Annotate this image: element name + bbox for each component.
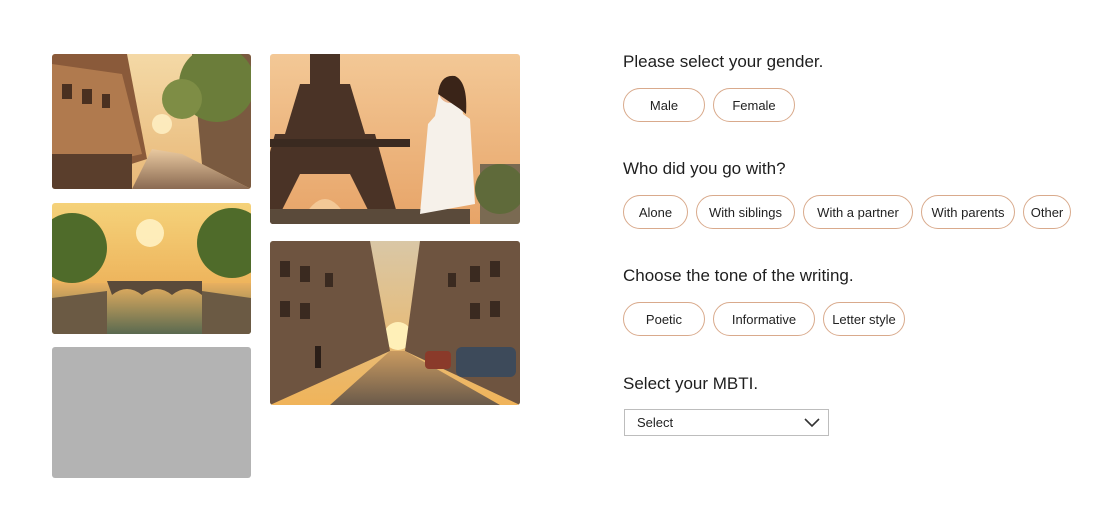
photo-placeholder — [52, 347, 251, 478]
mbti-select-value: Select — [637, 415, 674, 430]
photo-paris-avenue-sunset — [270, 241, 520, 405]
companion-question: Who did you go with? — [623, 159, 786, 178]
photo-paris-cafe-street — [52, 54, 251, 189]
photo-eiffel-tower-woman — [270, 54, 520, 224]
tone-option-poetic[interactable]: Poetic — [623, 302, 705, 336]
mbti-question: Select your MBTI. — [623, 374, 759, 393]
gender-option-female[interactable]: Female — [713, 88, 795, 122]
mbti-select[interactable]: Select — [624, 409, 829, 436]
gender-options: Male Female — [623, 88, 795, 122]
tone-option-informative[interactable]: Informative — [713, 302, 815, 336]
tone-options: Poetic Informative Letter style — [623, 302, 905, 336]
tone-question: Choose the tone of the writing. — [623, 266, 854, 285]
companion-option-alone[interactable]: Alone — [623, 195, 688, 229]
companion-option-other[interactable]: Other — [1023, 195, 1071, 229]
tone-option-letter[interactable]: Letter style — [823, 302, 905, 336]
gender-option-male[interactable]: Male — [623, 88, 705, 122]
companion-options: Alone With siblings With a partner With … — [623, 195, 1071, 229]
photo-seine-bridge-sunset — [52, 203, 251, 334]
gender-question: Please select your gender. — [623, 52, 824, 71]
companion-option-siblings[interactable]: With siblings — [696, 195, 795, 229]
companion-option-parents[interactable]: With parents — [921, 195, 1015, 229]
chevron-down-icon — [804, 417, 820, 427]
companion-option-partner[interactable]: With a partner — [803, 195, 913, 229]
